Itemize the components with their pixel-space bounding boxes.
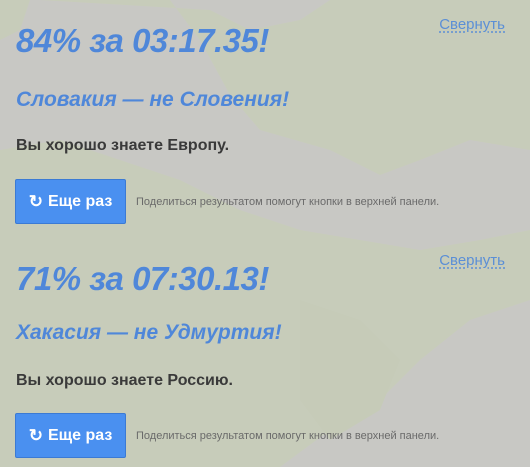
collapse-link[interactable]: Свернуть <box>439 16 505 33</box>
refresh-icon: ↻ <box>28 426 43 445</box>
refresh-icon: ↻ <box>28 192 43 211</box>
share-hint: Поделиться результатом помогут кнопки в … <box>136 196 440 208</box>
retry-button-label: Еще раз <box>47 192 113 210</box>
collapse-link[interactable]: Свернуть <box>439 252 505 269</box>
retry-button[interactable]: ↻ Еще раз <box>15 413 126 458</box>
praise-text: Вы хорошо знаете Россию. <box>16 372 233 389</box>
share-hint: Поделиться результатом помогут кнопки в … <box>136 430 440 442</box>
praise-text: Вы хорошо знаете Европу. <box>16 137 230 154</box>
mistake-heading: Словакия — не Словения! <box>16 88 290 111</box>
score-heading: 84% за 03:17.35! <box>16 22 269 59</box>
map-dim-overlay <box>0 0 530 467</box>
mistake-heading: Хакасия — не Удмуртия! <box>16 321 282 344</box>
retry-button[interactable]: ↻ Еще раз <box>15 179 126 224</box>
retry-button-label: Еще раз <box>47 426 113 444</box>
score-heading: 71% за 07:30.13! <box>16 260 269 297</box>
